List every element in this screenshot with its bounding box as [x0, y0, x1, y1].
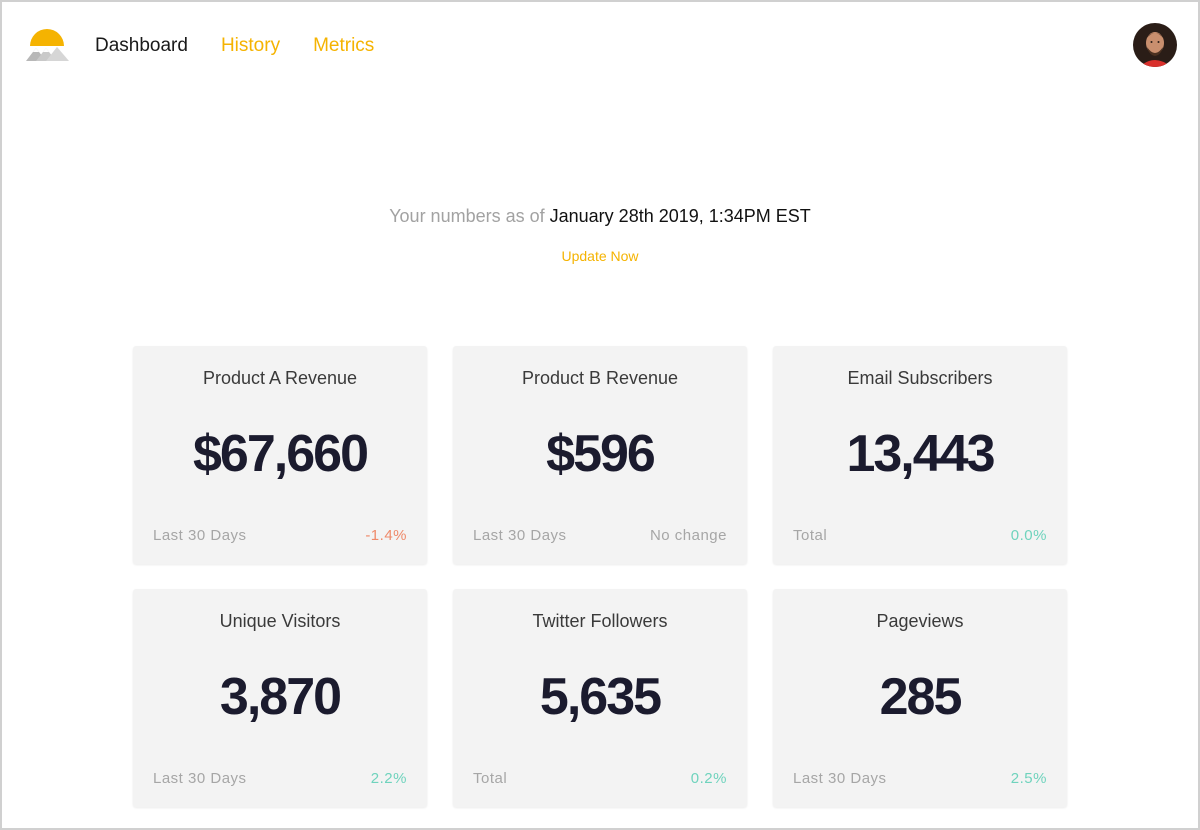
metric-card-product-a-revenue: Product A Revenue $67,660 Last 30 Days -… [133, 346, 427, 564]
top-navbar: Dashboard History Metrics [2, 2, 1198, 92]
metric-card-unique-visitors: Unique Visitors 3,870 Last 30 Days 2.2% [133, 589, 427, 807]
card-change: -1.4% [365, 527, 407, 544]
card-value: 285 [879, 668, 963, 726]
update-now-link[interactable]: Update Now [561, 248, 638, 264]
card-period: Last 30 Days [153, 770, 247, 787]
card-change: 2.2% [370, 770, 407, 787]
card-title: Email Subscribers [847, 368, 993, 388]
user-avatar-icon[interactable] [1133, 23, 1177, 67]
card-period: Last 30 Days [793, 770, 887, 787]
card-title: Unique Visitors [219, 611, 341, 631]
metric-card-pageviews: Pageviews 285 Last 30 Days 2.5% [773, 589, 1067, 807]
card-period: Last 30 Days [153, 527, 247, 544]
update-now-row: Update Now [2, 248, 1198, 266]
metrics-grid: Product A Revenue $67,660 Last 30 Days -… [133, 346, 1067, 807]
card-change: 2.5% [1010, 770, 1047, 787]
app-window: Dashboard History Metrics Your numbers a… [0, 0, 1200, 830]
card-value: 3,870 [219, 668, 342, 726]
main-nav: Dashboard History Metrics [95, 35, 374, 57]
card-value: $596 [546, 425, 656, 483]
card-value: 5,635 [539, 668, 662, 726]
nav-history[interactable]: History [221, 35, 280, 57]
card-title: Pageviews [876, 611, 964, 631]
card-change: No change [649, 527, 727, 544]
nav-metrics[interactable]: Metrics [313, 35, 374, 57]
last-updated-text: Your numbers as of January 28th 2019, 1:… [2, 205, 1198, 227]
metric-card-twitter-followers: Twitter Followers 5,635 Total 0.2% [453, 589, 747, 807]
metric-card-email-subscribers: Email Subscribers 13,443 Total 0.0% [773, 346, 1067, 564]
card-value: 13,443 [846, 425, 995, 483]
last-updated-prefix: Your numbers as of [389, 206, 545, 226]
mountain-sun-logo-icon[interactable] [24, 26, 70, 62]
card-period: Total [473, 770, 508, 787]
card-change: 0.2% [690, 770, 727, 787]
card-value: $67,660 [193, 425, 369, 483]
nav-dashboard[interactable]: Dashboard [95, 35, 188, 57]
card-title: Twitter Followers [532, 611, 668, 631]
card-title: Product A Revenue [202, 368, 358, 388]
card-period: Last 30 Days [473, 527, 567, 544]
card-change: 0.0% [1010, 527, 1047, 544]
card-title: Product B Revenue [521, 368, 679, 388]
card-period: Total [793, 527, 828, 544]
last-updated-timestamp: January 28th 2019, 1:34PM EST [549, 206, 811, 226]
metric-card-product-b-revenue: Product B Revenue $596 Last 30 Days No c… [453, 346, 747, 564]
